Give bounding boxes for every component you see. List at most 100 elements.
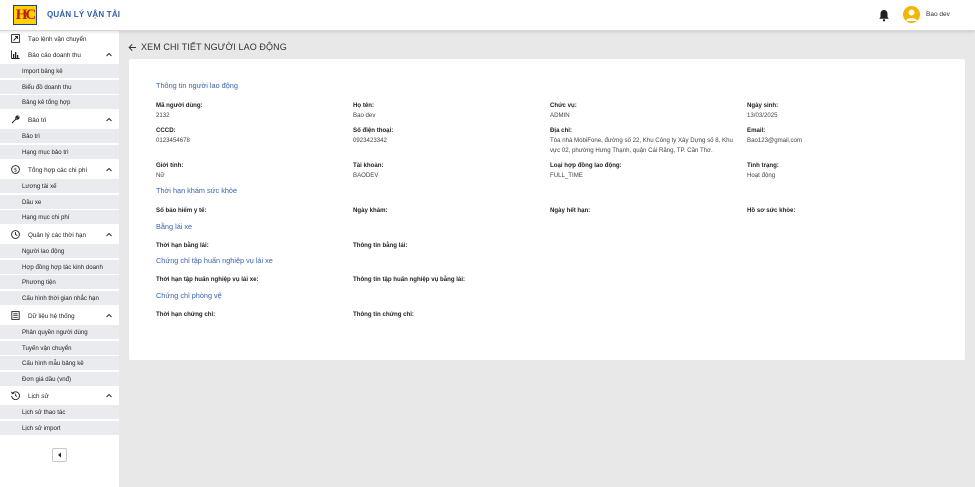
sidebar-subitem-label: Bảng kê tổng hợp bbox=[22, 99, 71, 106]
chevron-up-icon bbox=[106, 52, 112, 57]
sidebar-subitem-label: Đơn giá dầu (vnđ) bbox=[22, 376, 72, 383]
chevron-up-icon bbox=[106, 117, 112, 122]
sidebar-subitem-label: Dầu xe bbox=[22, 199, 42, 206]
sidebar-item-expenses[interactable]: $ Tổng hợp các chi phí bbox=[0, 163, 119, 177]
username[interactable]: Bao dev bbox=[926, 11, 950, 18]
phone-value: 0923423342 bbox=[353, 137, 387, 144]
sidebar-subitem-import-history[interactable]: Lịch sử import bbox=[0, 421, 119, 435]
sidebar-item-deadlines[interactable]: Quản lý các thời hạn bbox=[0, 228, 119, 242]
sidebar-subitem-vehicles[interactable]: Phương tiện bbox=[0, 275, 119, 289]
gender-value: Nữ bbox=[156, 172, 165, 179]
bell-icon[interactable] bbox=[878, 9, 890, 22]
sidebar-item-history[interactable]: Lịch sử bbox=[0, 389, 119, 403]
sidebar-subitem-label: Import bảng kê bbox=[22, 68, 63, 75]
training-info-label: Thông tin tập huấn nghiệp vụ bằng lái: bbox=[353, 276, 466, 283]
email-label: Email: bbox=[747, 127, 766, 134]
sidebar-item-maintenance[interactable]: Bảo trì bbox=[0, 113, 119, 127]
status-value: Hoạt động bbox=[747, 172, 776, 179]
id-card-value: 0123454678 bbox=[156, 137, 190, 144]
sidebar-subitem-label: Phân quyền người dùng bbox=[22, 329, 88, 336]
sidebar-subitem-revenue-chart[interactable]: Biểu đồ doanh thu bbox=[0, 80, 119, 94]
sidebar-item-revenue-report[interactable]: Báo cáo doanh thu bbox=[0, 48, 119, 62]
sidebar-subitem-label: Hạng mục chi phí bbox=[22, 214, 70, 221]
sidebar-subitem-business-contract[interactable]: Hợp đồng hợp tác kinh doanh bbox=[0, 260, 119, 274]
sidebar-subitem-label: Lịch sử thao tác bbox=[22, 409, 66, 416]
account-value: BAODEV bbox=[353, 172, 379, 179]
sidebar-item-label: Tạo lệnh vận chuyển bbox=[28, 35, 87, 43]
section-title-license: Bằng lái xe bbox=[156, 222, 193, 231]
birthdate-value: 13/03/2025 bbox=[747, 112, 778, 119]
caret-left-icon bbox=[58, 452, 61, 458]
sidebar-item-create-order[interactable]: Tạo lệnh vận chuyển bbox=[0, 32, 119, 46]
sidebar-item-label: Quản lý các thời hạn bbox=[28, 231, 87, 239]
section-title-fire-cert: Chứng chỉ phòng vệ bbox=[156, 291, 222, 300]
full-name-label: Họ tên: bbox=[353, 102, 374, 109]
sidebar-subitem-driver-salary[interactable]: Lương tài xế bbox=[0, 179, 119, 193]
sidebar-subitem-label: Tuyến vận chuyển bbox=[22, 345, 72, 352]
sidebar-item-system-data[interactable]: Dữ liệu hệ thống bbox=[0, 309, 119, 323]
sidebar-subitem-maintenance-category[interactable]: Hạng mục bảo trì bbox=[0, 145, 119, 159]
page-header: XEM CHI TIẾT NGƯỜI LAO ĐỘNG bbox=[128, 40, 287, 54]
address-value: Tòa nhà MobiFone, đường số 22, Khu Công … bbox=[550, 137, 733, 154]
section-title-training-cert: Chứng chỉ tập huấn nghiệp vụ lái xe bbox=[156, 256, 273, 265]
license-info-label: Thông tin bằng lái: bbox=[353, 242, 408, 249]
svg-text:$: $ bbox=[14, 168, 18, 174]
sidebar-subitem-summary-statement[interactable]: Bảng kê tổng hợp bbox=[0, 95, 119, 109]
sidebar-subitem-label: Lương tài xế bbox=[22, 183, 57, 190]
user-icon bbox=[906, 9, 917, 21]
status-label: Tình trạng: bbox=[747, 162, 779, 169]
sidebar-subitem-expense-category[interactable]: Hạng mục chi phí bbox=[0, 210, 119, 224]
section-title-worker-info: Thông tin người lao động bbox=[156, 81, 238, 90]
exam-date-label: Ngày khám: bbox=[353, 207, 388, 214]
sidebar-subitem-label: Hợp đồng hợp tác kinh doanh bbox=[22, 264, 103, 271]
phone-label: Số điện thoại: bbox=[353, 127, 394, 134]
sidebar-item-label: Báo cáo doanh thu bbox=[28, 51, 81, 59]
sidebar-subitem-label: Biểu đồ doanh thu bbox=[22, 84, 72, 91]
account-label: Tài khoản: bbox=[353, 162, 384, 169]
dollar-icon: $ bbox=[11, 165, 20, 174]
sidebar-subitem-reminder-config[interactable]: Cấu hình thời gian nhắc hạn bbox=[0, 291, 119, 305]
cert-info-label: Thông tin chứng chỉ: bbox=[353, 311, 414, 318]
top-bar: HC QUẢN LÝ VẬN TẢI Bao dev bbox=[0, 0, 975, 31]
email-value: Bao123@gmail.com bbox=[747, 137, 802, 144]
sidebar-item-label: Dữ liệu hệ thống bbox=[28, 312, 75, 320]
history-icon bbox=[11, 391, 20, 400]
user-code-value: 2132 bbox=[156, 112, 170, 119]
sidebar-subitem-import-statement[interactable]: Import bảng kê bbox=[0, 64, 119, 78]
health-record-label: Hồ sơ sức khỏe: bbox=[747, 207, 796, 214]
chevron-up-icon bbox=[106, 232, 112, 237]
chevron-up-icon bbox=[106, 393, 112, 398]
cert-expiry-label: Thời hạn chứng chỉ: bbox=[156, 311, 216, 318]
gender-label: Giới tính: bbox=[156, 162, 184, 169]
app-logo[interactable]: HC bbox=[13, 5, 37, 25]
chevron-up-icon bbox=[106, 313, 112, 318]
sidebar-subitem-maintenance[interactable]: Bảo trì bbox=[0, 129, 119, 143]
logo-text: HC bbox=[15, 6, 36, 23]
license-expiry-label: Thời hạn bằng lái: bbox=[156, 242, 209, 249]
address-label: Địa chỉ: bbox=[550, 127, 573, 134]
chevron-up-icon bbox=[106, 167, 112, 172]
wrench-icon bbox=[11, 115, 20, 124]
back-arrow-icon[interactable] bbox=[128, 43, 137, 52]
sidebar-subitem-workers[interactable]: Người lao động bbox=[0, 244, 119, 258]
sidebar-subitem-action-history[interactable]: Lịch sử thao tác bbox=[0, 405, 119, 419]
sidebar-subitem-permissions[interactable]: Phân quyền người dùng bbox=[0, 325, 119, 339]
contract-type-label: Loại hợp đồng lao động: bbox=[550, 162, 622, 169]
sidebar-subitem-label: Lịch sử import bbox=[22, 425, 61, 432]
sidebar-collapse-button[interactable] bbox=[52, 448, 67, 462]
id-card-label: CCCD: bbox=[156, 127, 176, 134]
sidebar-subitem-statement-template[interactable]: Cấu hình mẫu bảng kê bbox=[0, 356, 119, 370]
clock-icon bbox=[11, 230, 20, 239]
sidebar-subitem-label: Phương tiện bbox=[22, 279, 56, 286]
user-avatar[interactable] bbox=[903, 6, 920, 23]
health-insurance-label: Số bảo hiểm y tế: bbox=[156, 207, 207, 214]
app-title: QUẢN LÝ VẬN TẢI bbox=[47, 10, 121, 19]
sidebar-subitem-fuel-price[interactable]: Đơn giá dầu (vnđ) bbox=[0, 372, 119, 386]
bar-chart-icon bbox=[11, 50, 20, 59]
sidebar-subitem-label: Cấu hình mẫu bảng kê bbox=[22, 360, 84, 367]
worker-detail-card: Thông tin người lao động Mã người dùng: … bbox=[129, 59, 965, 360]
sidebar-subitem-routes[interactable]: Tuyến vận chuyển bbox=[0, 341, 119, 355]
sidebar-subitem-label: Bảo trì bbox=[22, 133, 40, 140]
sidebar-item-label: Lịch sử bbox=[28, 392, 49, 400]
sidebar-subitem-fuel[interactable]: Dầu xe bbox=[0, 195, 119, 209]
